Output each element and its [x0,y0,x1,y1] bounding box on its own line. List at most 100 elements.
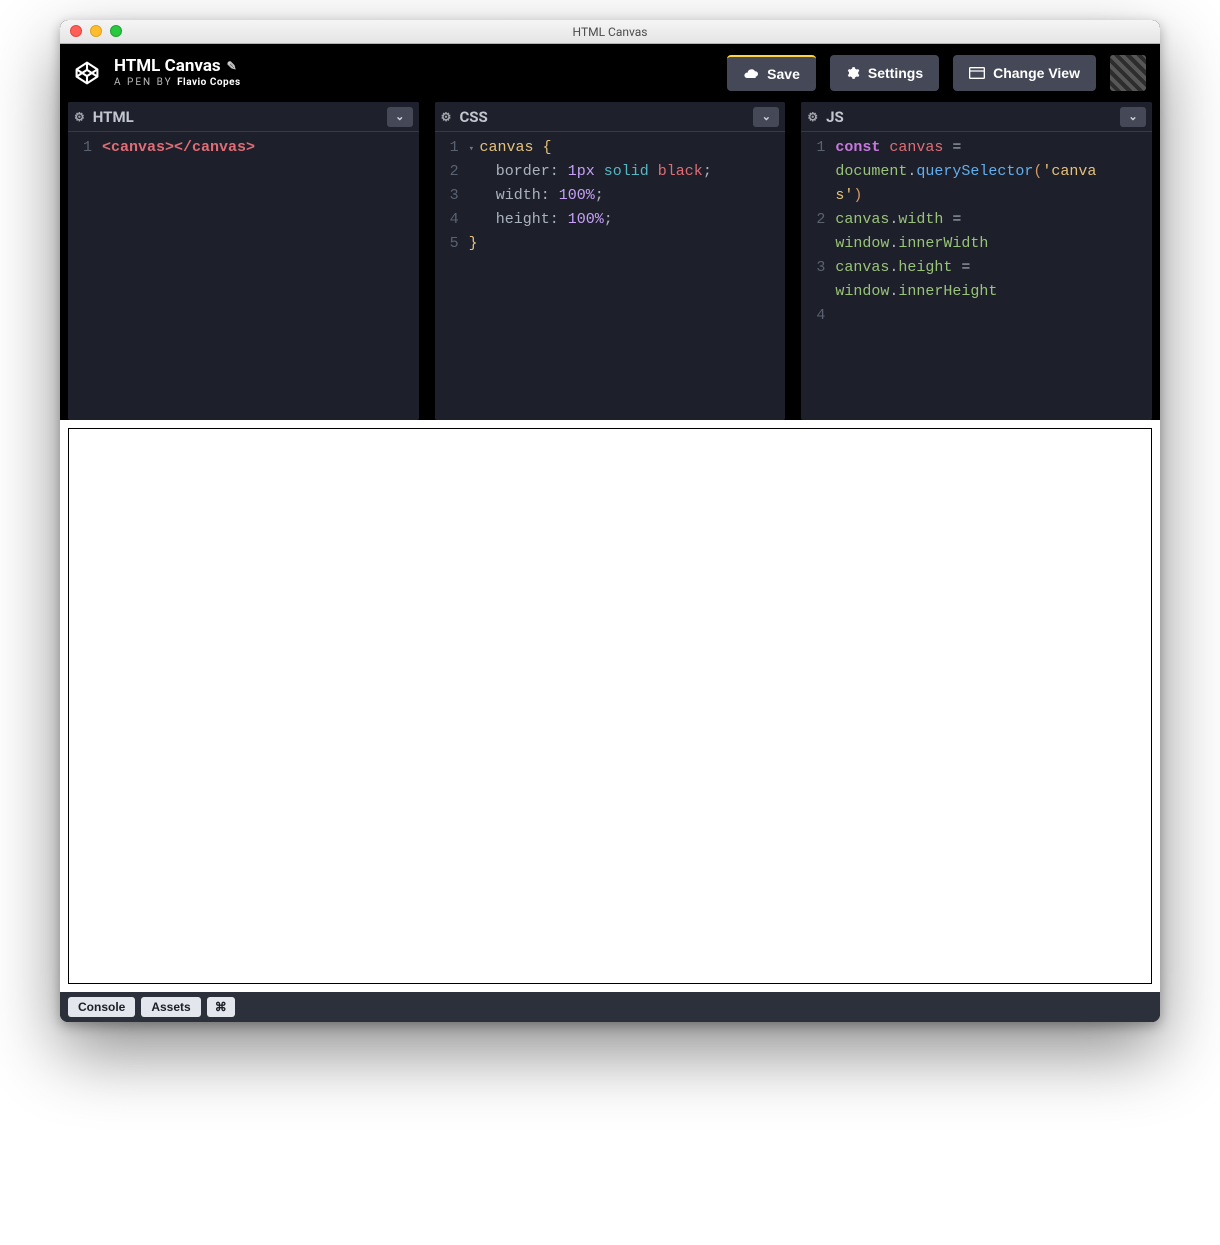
css-value: 100% [559,187,595,204]
line-number: 5 [435,232,469,256]
css-prop: width [496,187,541,204]
js-identifier: innerWidth [898,235,988,252]
shortcuts-button[interactable]: ⌘ [207,997,235,1017]
semicolon: ; [604,211,613,228]
html-pane-label: HTML [93,108,379,126]
settings-button[interactable]: Settings [830,55,939,91]
pen-title[interactable]: HTML Canvas [114,57,221,77]
css-prop: border [496,163,550,180]
maximize-icon[interactable] [110,25,122,37]
layout-icon [969,66,985,80]
brace: { [543,139,552,156]
css-value: 100% [568,211,604,228]
line-number: 4 [435,208,469,232]
chevron-down-icon[interactable]: ⌄ [387,107,413,127]
output-pane [60,420,1160,992]
js-identifier: window [835,235,889,252]
gear-icon[interactable]: ⚙ [441,110,452,124]
line-number [801,160,835,184]
js-identifier: width [898,211,943,228]
chevron-down-icon[interactable]: ⌄ [1120,107,1146,127]
line-number: 4 [801,304,835,328]
equals: = [952,139,961,156]
macos-titlebar: HTML Canvas [60,20,1160,44]
js-identifier: document [835,163,907,180]
js-identifier: height [898,259,952,276]
line-number: 2 [801,208,835,232]
assets-button[interactable]: Assets [141,997,200,1017]
equals: = [961,259,970,276]
line-number [801,232,835,256]
js-identifier: canvas [835,211,889,228]
codepen-logo-icon[interactable] [74,60,100,86]
window-title: HTML Canvas [60,25,1160,39]
js-identifier: window [835,283,889,300]
pen-author[interactable]: Flavio Copes [177,77,241,88]
semicolon: ; [595,187,604,204]
js-string: s' [835,187,853,204]
css-editor-pane: ⚙ CSS ⌄ 1 ▾ canvas { 2 border: 1px solid… [435,102,786,420]
gear-icon[interactable]: ⚙ [807,110,818,124]
css-pane-header: ⚙ CSS ⌄ [435,102,786,132]
edit-pencil-icon[interactable]: ✎ [227,60,237,74]
line-number: 1 [801,136,835,160]
line-number: 3 [435,184,469,208]
equals: = [952,211,961,228]
app-window: HTML Canvas HTML Canvas ✎ A PEN BY Flavi… [60,20,1160,1022]
js-identifier: innerHeight [898,283,997,300]
html-pane-header: ⚙ HTML ⌄ [68,102,419,132]
line-number: 1 [435,136,469,160]
css-selector: canvas [480,139,534,156]
console-button[interactable]: Console [68,997,135,1017]
footer: Console Assets ⌘ [60,992,1160,1022]
colon: : [550,211,559,228]
line-number [801,184,835,208]
close-icon[interactable] [70,25,82,37]
pen-subtitle: A PEN BY Flavio Copes [114,77,241,89]
line-number [801,280,835,304]
js-func: querySelector [916,163,1033,180]
cloud-icon [743,66,759,82]
gear-icon [846,66,860,80]
avatar[interactable] [1110,55,1146,91]
semicolon: ; [703,163,712,180]
css-value: solid [604,163,649,180]
paren: ) [853,187,862,204]
js-pane-label: JS [826,108,1112,126]
js-keyword: const [835,139,880,156]
line-number: 2 [435,160,469,184]
js-identifier: canvas [889,139,943,156]
js-pane-header: ⚙ JS ⌄ [801,102,1152,132]
change-view-button-label: Change View [993,65,1080,81]
js-identifier: canvas [835,259,889,276]
line-number: 1 [68,136,102,160]
js-code[interactable]: 1 const canvas = document.querySelector(… [801,132,1152,420]
css-value: 1px [568,163,595,180]
chevron-down-icon[interactable]: ⌄ [753,107,779,127]
minimize-icon[interactable] [90,25,102,37]
rendered-canvas[interactable] [68,428,1152,984]
js-editor-pane: ⚙ JS ⌄ 1 const canvas = document.querySe… [801,102,1152,420]
colon: : [550,163,559,180]
css-code[interactable]: 1 ▾ canvas { 2 border: 1px solid black; … [435,132,786,420]
change-view-button[interactable]: Change View [953,55,1096,91]
css-prop: height [496,211,550,228]
html-code[interactable]: 1 <canvas></canvas> [68,132,419,420]
line-number: 3 [801,256,835,280]
js-string: 'canva [1042,163,1096,180]
css-value: black [658,163,703,180]
pen-title-block: HTML Canvas ✎ A PEN BY Flavio Copes [114,57,241,88]
pen-by-label: A PEN BY [114,77,173,88]
save-button[interactable]: Save [727,55,816,91]
settings-button-label: Settings [868,65,923,81]
save-button-label: Save [767,66,800,82]
colon: : [541,187,550,204]
traffic-lights [70,25,122,37]
css-pane-label: CSS [459,108,745,126]
editors-row: ⚙ HTML ⌄ 1 <canvas></canvas> ⚙ CSS ⌄ 1 ▾… [60,102,1160,420]
gear-icon[interactable]: ⚙ [74,110,85,124]
html-editor-pane: ⚙ HTML ⌄ 1 <canvas></canvas> [68,102,419,420]
header: HTML Canvas ✎ A PEN BY Flavio Copes Save… [60,44,1160,102]
html-code-line: <canvas></canvas> [102,139,255,156]
brace: } [469,235,478,252]
